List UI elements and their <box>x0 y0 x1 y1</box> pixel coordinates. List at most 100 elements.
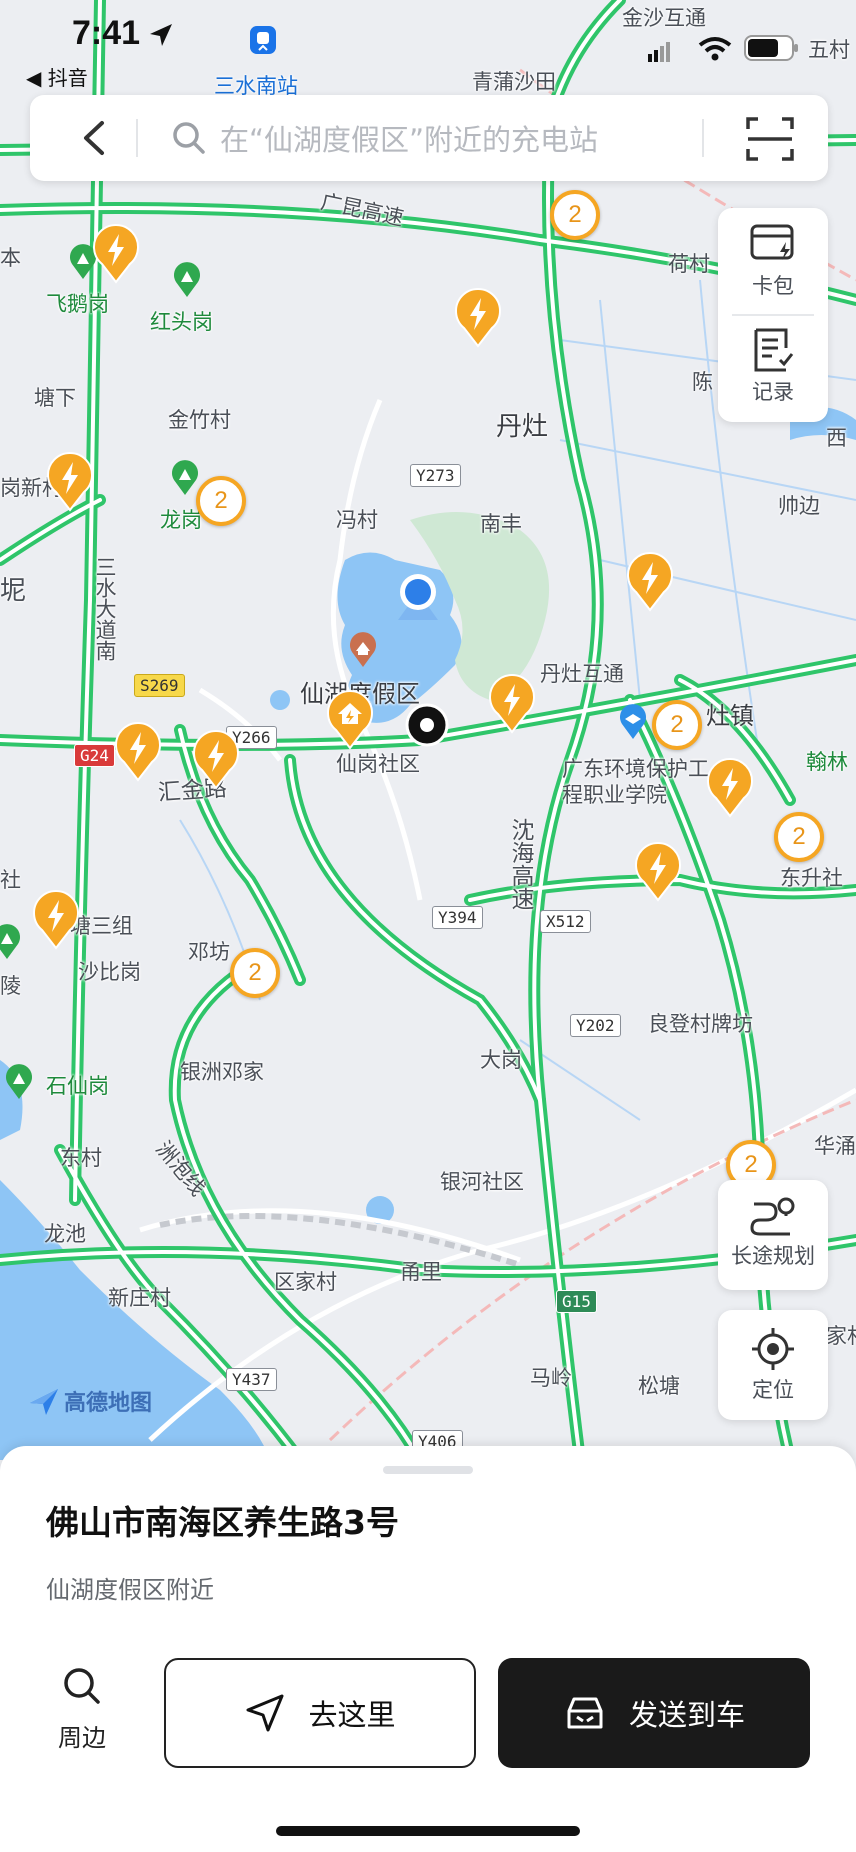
charger-pin[interactable] <box>452 286 504 348</box>
divider <box>136 119 138 157</box>
search-input[interactable]: 在“仙湖度假区”附近的充电站 <box>220 117 740 159</box>
map-label-she: 社 <box>0 868 21 892</box>
record-icon <box>754 328 794 372</box>
charger-pin[interactable] <box>30 888 82 950</box>
map-label-dongsheng: 东升社 <box>780 866 843 890</box>
park-icon[interactable] <box>172 262 202 298</box>
charger-pin[interactable] <box>112 720 164 782</box>
send-to-car-label: 发送到车 <box>628 1698 745 1732</box>
battery-icon <box>744 35 798 61</box>
park-icon[interactable] <box>170 460 200 496</box>
map-label-huapu: 华涌 <box>814 1134 856 1158</box>
map-label-dengfang: 邓坊 <box>188 940 230 964</box>
card-wallet-button[interactable]: 卡包 <box>718 222 828 300</box>
nearby-button[interactable]: 周边 <box>44 1664 120 1753</box>
park-icon[interactable] <box>0 924 22 960</box>
current-location-icon <box>398 574 438 620</box>
map-label-xiangang: 仙岗社区 <box>336 752 420 776</box>
charger-cluster[interactable]: 2 <box>230 948 280 998</box>
map-label-dongcun: 东村 <box>60 1146 102 1170</box>
selected-location-marker-icon[interactable] <box>404 702 450 748</box>
scan-icon[interactable] <box>742 113 798 165</box>
map-label-hanlin: 翰林 <box>806 750 848 774</box>
map-label-fengcun: 冯村 <box>336 508 378 532</box>
road-tag-y437: Y437 <box>226 1368 277 1392</box>
road-tag-s269: S269 <box>134 674 185 698</box>
map-label-dandzao-interchange: 丹灶互通 <box>540 662 624 686</box>
route-icon <box>750 1197 795 1236</box>
school-icon[interactable] <box>618 704 648 740</box>
map-label-oujia: 区家村 <box>274 1270 337 1294</box>
map-label-hecun: 荷村 <box>668 252 710 276</box>
map-label-xi: 西 <box>826 426 847 450</box>
location-arrow-icon <box>150 24 172 46</box>
charger-cluster[interactable]: 2 <box>774 812 824 862</box>
charger-home-pin[interactable] <box>324 688 376 750</box>
map-label-yinhe: 银河社区 <box>440 1170 524 1194</box>
park-icon[interactable] <box>4 1064 34 1100</box>
map-label-songtang: 松塘 <box>638 1374 680 1398</box>
map-label-liangdeng: 良登村牌坊 <box>648 1012 753 1036</box>
road-tag-y273: Y273 <box>410 464 461 488</box>
charger-pin[interactable] <box>44 450 96 512</box>
long-route-inner: 长途规划 <box>718 1194 828 1270</box>
map-label-tangxia: 塘下 <box>34 386 76 410</box>
charger-cluster[interactable]: 2 <box>196 476 246 526</box>
map-label-shixiangang[interactable]: 石仙岗 <box>46 1076 109 1097</box>
charger-pin[interactable] <box>632 840 684 902</box>
card-wallet-icon <box>750 224 794 260</box>
search-bar: 在“仙湖度假区”附近的充电站 <box>30 95 828 181</box>
map-label-shenhai: 沈海高速 <box>507 818 533 910</box>
charger-cluster[interactable]: 2 <box>652 700 702 750</box>
map-label-xinzhuang: 新庄村 <box>108 1286 171 1310</box>
map-label-shuaibian: 帅边 <box>778 494 820 518</box>
map-label-nanfeng: 南丰 <box>480 512 522 536</box>
road-tag-y202: Y202 <box>570 1014 621 1038</box>
locate-button[interactable]: 定位 <box>718 1310 828 1420</box>
send-to-car-button[interactable]: 发送到车 <box>498 1658 810 1768</box>
map-label-ling2: 陵 <box>0 974 21 998</box>
map-label-maling: 马岭 <box>530 1366 572 1390</box>
charger-pin[interactable] <box>190 728 242 790</box>
map-label-feiegang[interactable]: 飞鹅岗 <box>46 294 109 315</box>
map-label-hongtougang[interactable]: 红头岗 <box>150 312 213 333</box>
map-label-ben: 本 <box>0 246 21 270</box>
resort-icon[interactable] <box>348 632 378 668</box>
map-label-guangdong-college[interactable]: 广东环境保护工程职业学院 <box>562 756 722 809</box>
status-time: 7:41 <box>72 14 141 52</box>
car-icon <box>567 1697 603 1729</box>
home-indicator[interactable] <box>276 1826 580 1836</box>
sheet-drag-handle[interactable] <box>383 1466 473 1474</box>
card-wallet-label: 卡包 <box>752 274 794 298</box>
charger-cluster[interactable]: 2 <box>550 190 600 240</box>
charger-pin[interactable] <box>486 672 538 734</box>
locate-inner: 定位 <box>718 1326 828 1404</box>
locate-label: 定位 <box>752 1378 794 1402</box>
road-tag-x512: X512 <box>540 910 591 934</box>
map-label-longgang[interactable]: 龙岗 <box>160 510 202 531</box>
map-label-shabigang: 沙比岗 <box>78 960 141 984</box>
divider <box>732 314 814 316</box>
map-label-dagang: 大岗 <box>480 1048 522 1072</box>
place-detail-sheet: 佛山市南海区养生路3号 仙湖度假区附近 周边 去这里 发送到车 <box>0 1446 856 1852</box>
nearby-search-icon <box>64 1668 100 1704</box>
map-label-yinzhou: 银洲邓家 <box>180 1060 264 1084</box>
amap-logo: 高德地图 <box>28 1384 152 1418</box>
back-to-app-link[interactable]: ◀ 抖音 <box>26 62 88 91</box>
charger-pin[interactable] <box>90 222 142 284</box>
go-here-button[interactable]: 去这里 <box>164 1658 476 1768</box>
map-label-chen: 陈 <box>692 370 713 394</box>
long-route-button[interactable]: 长途规划 <box>718 1180 828 1290</box>
amap-logo-text: 高德地图 <box>64 1391 153 1416</box>
long-route-label: 长途规划 <box>731 1244 815 1268</box>
back-icon[interactable] <box>70 113 120 163</box>
road-tag-g15: G15 <box>556 1290 597 1314</box>
charger-pin[interactable] <box>624 550 676 612</box>
record-button[interactable]: 记录 <box>718 326 828 406</box>
side-panel: 卡包 记录 <box>718 208 828 422</box>
place-address: 佛山市南海区养生路3号 <box>46 1503 399 1542</box>
nearby-label: 周边 <box>58 1724 106 1752</box>
charger-pin[interactable] <box>704 756 756 818</box>
road-tag-g24: G24 <box>74 744 115 768</box>
map-label-yongli: 甬里 <box>400 1260 442 1284</box>
